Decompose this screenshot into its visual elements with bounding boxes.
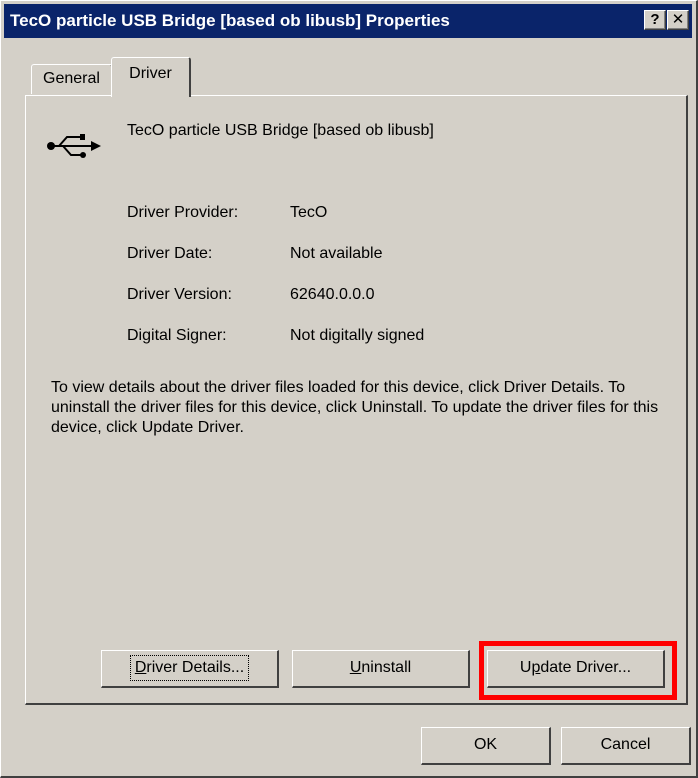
uninstall-label: ninstall xyxy=(361,659,412,676)
close-button[interactable]: ✕ xyxy=(667,10,689,30)
cancel-button[interactable]: Cancel xyxy=(561,727,691,765)
digital-signer-value: Not digitally signed xyxy=(290,327,425,344)
driver-provider-label: Driver Provider: xyxy=(127,204,239,221)
update-driver-highlight xyxy=(479,641,677,700)
tab-driver-label: Driver xyxy=(129,65,172,82)
close-icon: ✕ xyxy=(671,11,685,28)
usb-icon xyxy=(47,134,101,158)
driver-details-label: river Details... xyxy=(146,659,245,676)
title-bar[interactable]: TecO particle USB Bridge [based ob libus… xyxy=(4,4,692,38)
properties-dialog: TecO particle USB Bridge [based ob libus… xyxy=(0,0,698,778)
uninstall-button[interactable]: Uninstall xyxy=(292,650,470,688)
digital-signer-label: Digital Signer: xyxy=(127,327,227,344)
device-name: TecO particle USB Bridge [based ob libus… xyxy=(127,122,434,139)
tab-driver[interactable]: Driver xyxy=(111,57,191,97)
help-icon: ? xyxy=(650,11,660,28)
window-title: TecO particle USB Bridge [based ob libus… xyxy=(10,11,450,30)
driver-date-value: Not available xyxy=(290,245,383,262)
cancel-label: Cancel xyxy=(600,736,651,753)
driver-date-label: Driver Date: xyxy=(127,245,213,262)
driver-details-mnemonic: D xyxy=(134,659,147,676)
driver-details-button[interactable]: Driver Details... xyxy=(101,650,279,688)
tab-general[interactable]: General xyxy=(31,64,113,94)
driver-description: To view details about the driver files l… xyxy=(51,379,659,436)
tab-general-label: General xyxy=(43,70,100,87)
ok-button[interactable]: OK xyxy=(421,727,551,765)
driver-version-label: Driver Version: xyxy=(127,286,232,303)
driver-provider-value: TecO xyxy=(290,204,328,221)
help-button[interactable]: ? xyxy=(644,10,666,30)
uninstall-mnemonic: U xyxy=(349,659,362,676)
ok-label: OK xyxy=(473,736,498,753)
driver-details-focus: Driver Details... xyxy=(129,655,250,681)
driver-version-value: 62640.0.0.0 xyxy=(290,286,375,303)
